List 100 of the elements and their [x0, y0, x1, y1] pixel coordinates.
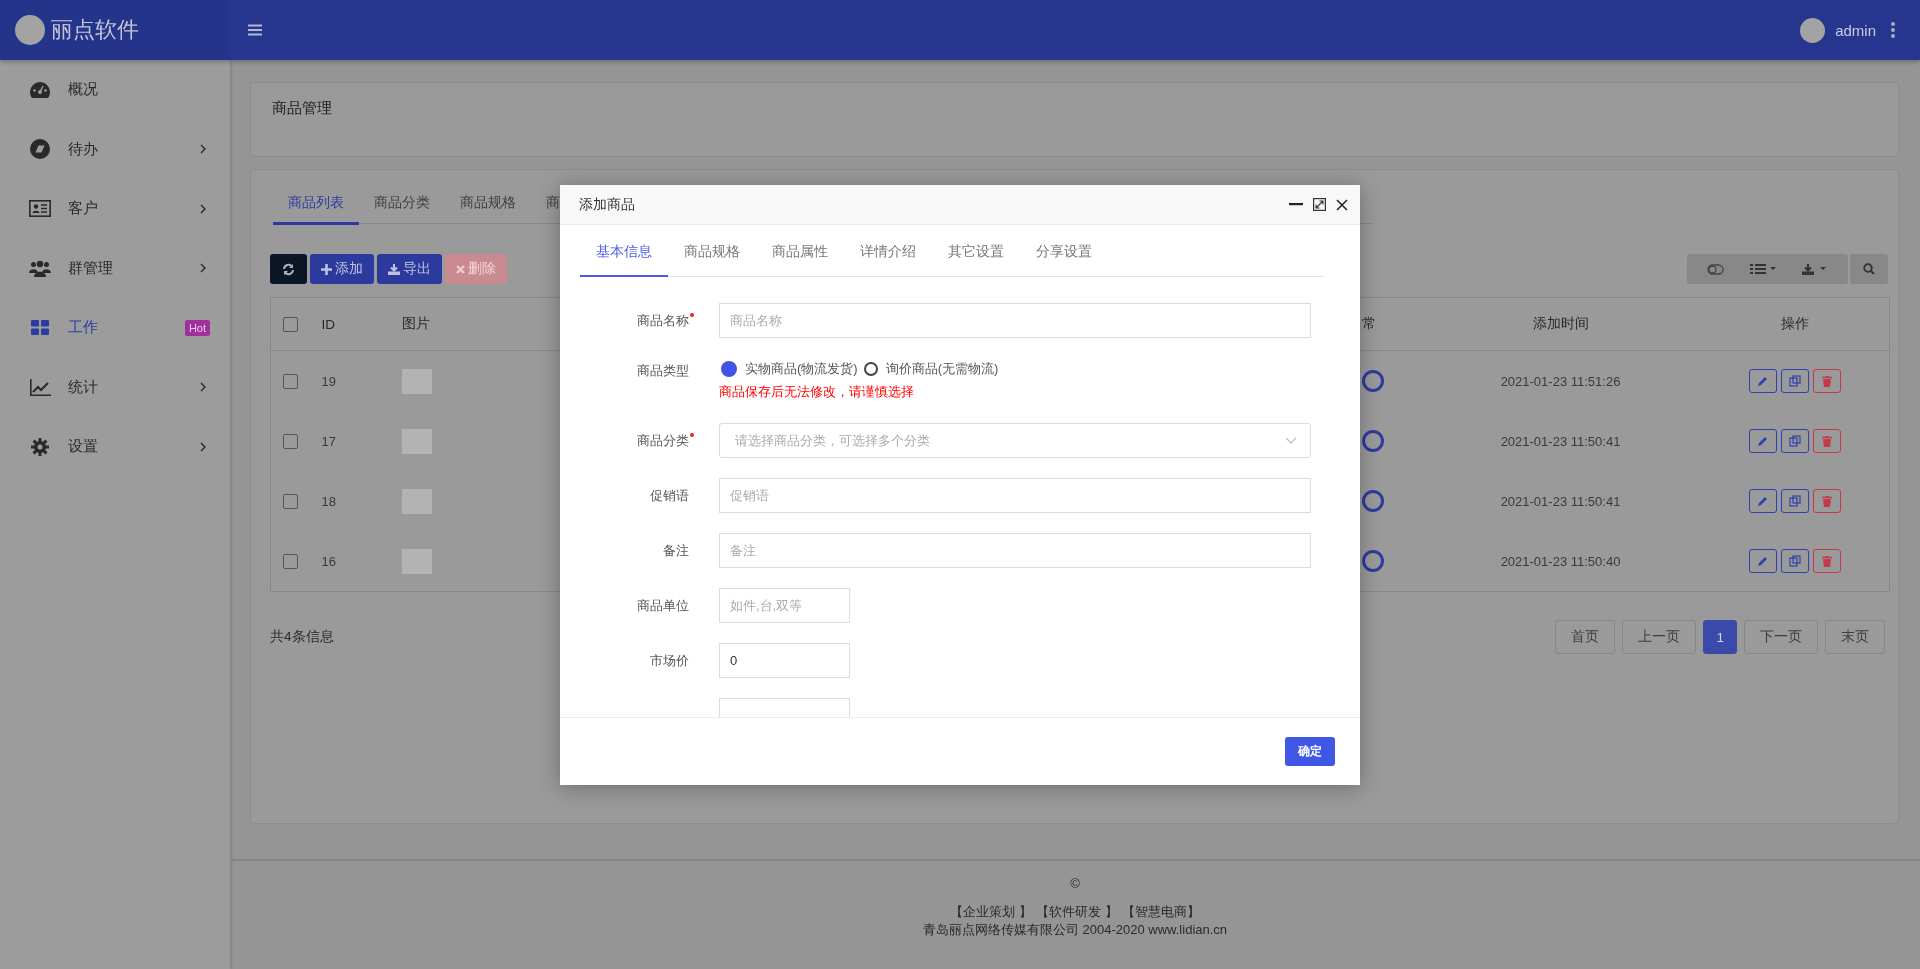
radio-label[interactable]: 实物商品(物流发货)	[745, 360, 858, 378]
delete-button[interactable]	[1812, 369, 1841, 393]
edit-button[interactable]	[1748, 489, 1777, 513]
input-field[interactable]: 0	[719, 643, 850, 678]
column-header: ID	[321, 316, 335, 332]
input-field[interactable]: 备注	[719, 533, 1311, 568]
photo-placeholder	[401, 368, 432, 394]
edit-button[interactable]	[1748, 549, 1777, 573]
photo-placeholder	[401, 488, 432, 514]
sidebar-item[interactable]: 概况	[0, 60, 230, 120]
tab[interactable]: 商品规格	[445, 186, 531, 225]
columns-icon[interactable]	[1750, 264, 1776, 274]
x-icon	[456, 264, 465, 274]
table-cell: 2021-01-23 11:50:40	[1500, 553, 1621, 569]
menu-icon[interactable]	[248, 24, 262, 36]
dashboard-icon	[30, 81, 50, 98]
dialog-title: 添加商品	[579, 195, 636, 214]
sidebar-item[interactable]: 设置	[0, 417, 230, 477]
field-label: 促销语	[650, 487, 689, 503]
grid-icon	[31, 320, 49, 336]
contact-card-icon	[29, 200, 51, 218]
input-field[interactable]: 商品名称	[719, 303, 1311, 338]
tab[interactable]: 商品列表	[273, 186, 359, 225]
close-icon[interactable]	[1336, 198, 1348, 211]
sidebar-item[interactable]: 客户	[0, 179, 230, 239]
logo-text: 丽点软件	[51, 16, 139, 44]
minimize-icon[interactable]	[1289, 203, 1303, 206]
row-checkbox[interactable]	[283, 554, 298, 570]
delete-button[interactable]	[1812, 429, 1841, 453]
sidebar-item[interactable]: 群管理	[0, 238, 230, 298]
pencil-icon	[1757, 555, 1769, 567]
column-header: 常	[1361, 316, 1376, 331]
copy-button[interactable]	[1780, 369, 1809, 393]
refresh-icon	[282, 262, 295, 276]
pagination-button[interactable]: 末页	[1825, 620, 1885, 654]
add-button[interactable]: 添加	[310, 254, 374, 284]
pagination-button[interactable]: 首页	[1555, 620, 1616, 654]
download-icon	[388, 263, 400, 275]
column-header: 添加时间	[1532, 316, 1589, 331]
toggle-icon[interactable]	[1707, 263, 1724, 275]
radio-button[interactable]	[721, 361, 737, 377]
dialog-tab[interactable]: 基本信息	[580, 243, 668, 277]
copy-button[interactable]	[1780, 489, 1809, 513]
dialog-tab[interactable]: 分享设置	[1020, 243, 1108, 277]
pagination-button[interactable]: 上一页	[1622, 620, 1697, 654]
warning-text: 商品保存后无法修改，请谨慎选择	[719, 384, 915, 401]
avatar[interactable]	[1800, 17, 1826, 43]
compass-icon	[30, 139, 50, 160]
users-icon	[29, 259, 51, 277]
radio-button[interactable]	[863, 362, 878, 376]
pagination-button[interactable]: 1	[1703, 620, 1737, 654]
trash-icon	[1821, 375, 1832, 387]
sidebar-item[interactable]: 工作 Hot	[0, 298, 230, 358]
copy-icon	[1788, 495, 1801, 507]
photo-placeholder	[401, 428, 432, 454]
record-count: 共4条信息	[270, 628, 334, 646]
copy-button[interactable]	[1780, 549, 1809, 573]
input-field[interactable]: 如件,台,双等	[719, 588, 850, 623]
photo-placeholder	[401, 548, 432, 574]
footer-link[interactable]: 【企业策划 】	[950, 903, 1032, 921]
table-cell: 16	[321, 553, 336, 569]
radio-label[interactable]: 询价商品(无需物流)	[885, 360, 999, 378]
copy-button[interactable]	[1780, 429, 1809, 453]
row-checkbox[interactable]	[283, 374, 298, 390]
user-name[interactable]: admin	[1835, 21, 1876, 39]
dialog-tab[interactable]: 其它设置	[932, 243, 1020, 277]
page-title: 商品管理	[272, 99, 332, 116]
sidebar-item[interactable]: 待办	[0, 119, 230, 179]
company-info: 青岛丽点网络传媒有限公司 2004-2020 www.lidian.cn	[922, 921, 1228, 939]
confirm-button[interactable]: 确定	[1285, 737, 1335, 766]
edit-button[interactable]	[1748, 429, 1777, 453]
refresh-button[interactable]	[270, 254, 307, 284]
table-cell: 19	[321, 373, 336, 389]
edit-button[interactable]	[1748, 369, 1777, 393]
maximize-icon[interactable]	[1313, 198, 1326, 211]
trash-icon	[1821, 435, 1832, 447]
input-field[interactable]: 促销语	[719, 478, 1311, 513]
dialog-tab[interactable]: 详情介绍	[844, 243, 932, 277]
table-cell: 18	[321, 493, 336, 509]
delete-button[interactable]	[1812, 489, 1841, 513]
search-button[interactable]	[1850, 254, 1888, 284]
row-checkbox[interactable]	[283, 494, 298, 510]
field-label: 商品单位	[637, 597, 689, 613]
footer-link[interactable]: 【智慧电商】	[1121, 903, 1200, 921]
download-icon[interactable]	[1802, 263, 1828, 275]
dialog-tab[interactable]: 商品规格	[668, 243, 756, 277]
tab[interactable]: 商品分类	[359, 186, 445, 225]
more-icon[interactable]	[1890, 21, 1896, 39]
table-cell: 2021-01-23 11:50:41	[1500, 433, 1621, 449]
footer-link[interactable]: 【软件研发 】	[1036, 903, 1118, 921]
pagination-button[interactable]: 下一页	[1744, 620, 1818, 654]
dialog-tab[interactable]: 商品属性	[756, 243, 844, 277]
row-checkbox[interactable]	[283, 434, 298, 450]
pencil-icon	[1757, 375, 1769, 387]
field-label: 商品名称	[637, 312, 689, 328]
copy-icon	[1788, 555, 1801, 567]
delete-button[interactable]	[1812, 549, 1841, 573]
select-all-checkbox[interactable]	[283, 316, 298, 332]
sidebar-item[interactable]: 统计	[0, 357, 230, 417]
export-button[interactable]: 导出	[377, 254, 442, 284]
